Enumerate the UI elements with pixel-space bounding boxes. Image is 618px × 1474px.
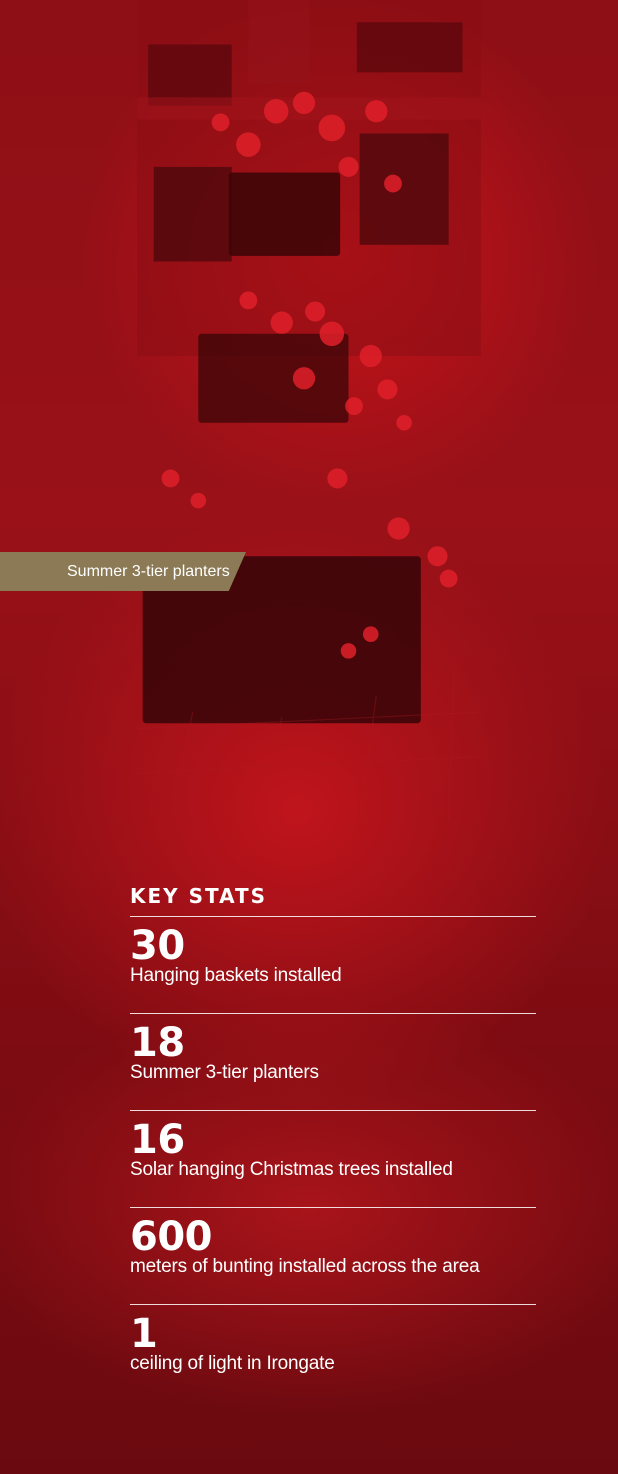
stat-item: 18 Summer 3-tier planters [130,1014,536,1111]
key-stats-heading: KEY STATS [130,876,536,917]
stat-item: 16 Solar hanging Christmas trees install… [130,1111,536,1208]
stat-label: Summer 3-tier planters [130,1062,319,1083]
stat-item: 600 meters of bunting installed across t… [130,1208,536,1305]
stat-value: 16 [130,1117,185,1163]
stat-label: Hanging baskets installed [130,965,342,986]
stat-item: 30 Hanging baskets installed [130,917,536,1014]
stat-label: ceiling of light in Irongate [130,1353,335,1374]
photo-caption: Summer 3-tier planters [0,552,246,591]
stat-item: 1 ceiling of light in Irongate [130,1305,536,1402]
stat-value: 18 [130,1020,185,1066]
building-facade [137,0,481,820]
stat-label: Solar hanging Christmas trees installed [130,1159,453,1180]
stat-value: 30 [130,923,185,969]
key-stats-panel: KEY STATS 30 Hanging baskets installed 1… [130,876,536,1402]
stat-label: meters of bunting installed across the a… [130,1256,480,1277]
stat-value: 1 [130,1311,158,1357]
stat-value: 600 [130,1214,213,1260]
